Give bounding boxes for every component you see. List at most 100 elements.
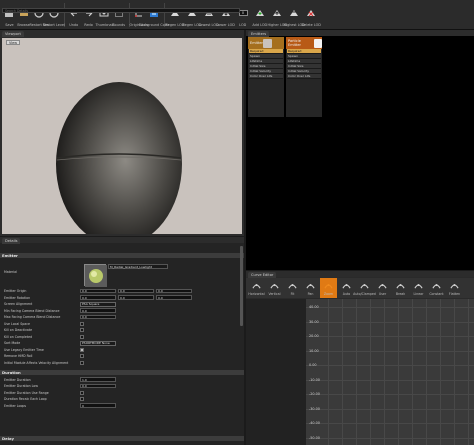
- curve-tool-break-button[interactable]: Break: [392, 278, 409, 298]
- property-label: Kill on Deactivate: [4, 328, 33, 332]
- curve-tool-auto-clamped-button[interactable]: Auto/Clamped: [353, 278, 376, 298]
- curve-tool-zoom-button[interactable]: Zoom: [320, 278, 337, 298]
- curve-tool-linear-button[interactable]: Linear: [410, 278, 427, 298]
- emitter-module-color-over-life[interactable]: Color Over Life: [249, 74, 283, 79]
- number-input[interactable]: 1.0: [80, 377, 116, 382]
- vector-input[interactable]: 0.0: [80, 295, 116, 300]
- curve-tool-constant-button[interactable]: Constant: [428, 278, 445, 298]
- number-value: 0.0: [82, 315, 87, 319]
- curve-tool-label: Fit: [290, 292, 295, 296]
- curve-tool-label: Vertical: [268, 292, 281, 296]
- view-button[interactable]: View: [6, 40, 21, 45]
- regen-lod-button[interactable]: Regen LOD: [166, 0, 184, 30]
- emitter-column[interactable]: Particle Emitter Required Spawn Lifetime Ini…: [286, 37, 322, 117]
- horizontal-icon: [252, 281, 261, 290]
- curve-tool-horizontal-button[interactable]: Horizontal: [248, 278, 265, 298]
- emitter-module-label: Required: [250, 49, 264, 53]
- checkbox[interactable]: [80, 354, 84, 358]
- curve-graph-area[interactable]: 40.00 30.00 20.00 10.00 0.00 -10.00 -20.00 -30.…: [306, 299, 474, 445]
- property-row: Kill on Completed: [0, 334, 244, 340]
- vector-value: 0.0: [158, 289, 163, 293]
- property-row: Emitter Origin 0.0 0.0 0.0: [0, 288, 244, 294]
- tab-details[interactable]: Details: [2, 238, 21, 244]
- property-label: Emitter Origin: [4, 289, 27, 293]
- category-emitter[interactable]: Emitter: [0, 253, 244, 258]
- category-label: Duration: [2, 370, 21, 375]
- emitter-column[interactable]: Emitter Required Spawn Lifetime Initial Size…: [248, 37, 284, 117]
- material-asset-name[interactable]: M_Radial_Gradient_Lowlight: [108, 264, 168, 269]
- toolbar-button-label: Delete LOD: [301, 23, 321, 27]
- curve-tool-label: User: [378, 292, 387, 296]
- tab-viewport[interactable]: Viewport: [2, 31, 24, 37]
- add-lod-button[interactable]: Add LOD: [252, 0, 268, 30]
- dropdown-select[interactable]: PSORTMODE None: [80, 340, 116, 346]
- fit-icon: [288, 281, 297, 290]
- restart-level-button[interactable]: Restart Level: [43, 0, 65, 30]
- details-scrollbar[interactable]: [240, 246, 243, 326]
- emitter-module-label: Initial Velocity: [288, 69, 310, 73]
- curve-tool-user-button[interactable]: User: [374, 278, 391, 298]
- bounds-button[interactable]: Bounds: [112, 0, 126, 30]
- number-input[interactable]: 0.0: [80, 308, 116, 313]
- property-label: Material: [4, 270, 17, 274]
- delete-lod-button[interactable]: Delete LOD: [301, 0, 321, 30]
- curve-tool-label: Horizontal: [248, 292, 265, 296]
- emitter-module-label: Spawn: [250, 54, 261, 58]
- curve-tool-flatten-button[interactable]: Flatten: [446, 278, 463, 298]
- toolbar-button-label: Undo: [69, 23, 79, 27]
- grid-line: [306, 350, 474, 351]
- category-duration[interactable]: Duration: [0, 370, 244, 375]
- material-asset-label: M_Radial_Gradient_Lowlight: [110, 264, 152, 269]
- save-button[interactable]: Save: [2, 0, 16, 30]
- emitter-header[interactable]: Emitter: [248, 37, 284, 49]
- number-input[interactable]: 0: [80, 403, 116, 408]
- curve-tool-pan-button[interactable]: Pan: [302, 278, 319, 298]
- checkbox[interactable]: [80, 390, 84, 395]
- y-axis-tick-label: 40.00: [309, 305, 319, 309]
- emitter-header[interactable]: Particle Emitter: [286, 37, 322, 49]
- lod-button[interactable]: 0 LOD: [235, 0, 251, 30]
- emitters-panel: Emitters Emitter Required Spawn Lifetime Ini…: [246, 30, 474, 270]
- vector-input[interactable]: 0.0: [118, 295, 154, 300]
- curve-tool-label: Break: [395, 292, 406, 296]
- background-color-button[interactable]: Background Color: [139, 0, 169, 30]
- vector-input[interactable]: 0.0: [80, 288, 116, 294]
- vector-input[interactable]: 0.0: [118, 288, 154, 294]
- category-delay[interactable]: Delay: [0, 436, 244, 441]
- number-input[interactable]: 0.0: [80, 383, 116, 389]
- vector-value: 0.0: [82, 295, 87, 300]
- vector-input[interactable]: 0.0: [156, 288, 192, 294]
- highest-lod-button[interactable]: Highest LOD: [283, 0, 305, 30]
- toolbar-button-label: Redo: [84, 23, 94, 27]
- y-axis-tick-label: -30.00: [309, 406, 320, 411]
- property-row: Screen Alignment PSA Square: [0, 301, 244, 307]
- material-preview-icon: [85, 265, 107, 287]
- checkbox[interactable]: [80, 347, 84, 352]
- checkbox[interactable]: [80, 321, 84, 326]
- dropdown-select[interactable]: PSA Square: [80, 301, 116, 307]
- grid-line: [306, 423, 474, 424]
- lowest-lod-button[interactable]: Lowest LOD: [199, 0, 219, 30]
- thumbnail-button[interactable]: Thumbnail: [95, 0, 113, 30]
- number-value: 0.0: [82, 384, 87, 388]
- emitter-module-color-over-life[interactable]: Color Over Life: [287, 74, 321, 79]
- checkbox[interactable]: [80, 328, 84, 332]
- redo-button[interactable]: Redo: [82, 0, 96, 30]
- category-label: Delay: [2, 436, 14, 441]
- undo-button[interactable]: Undo: [67, 0, 81, 30]
- curve-tool-fit-button[interactable]: Fit: [284, 278, 301, 298]
- lower-lod-button[interactable]: Lower LOD: [217, 0, 235, 30]
- viewport-canvas[interactable]: View: [2, 38, 242, 234]
- curve-tool-vertical-button[interactable]: Vertical: [266, 278, 283, 298]
- checkbox[interactable]: [80, 397, 84, 401]
- checkbox[interactable]: [80, 360, 84, 365]
- material-thumbnail[interactable]: [84, 264, 107, 287]
- curve-track-list[interactable]: [246, 299, 306, 445]
- details-search-input[interactable]: Search Details: [2, 8, 240, 13]
- grid-line: [306, 365, 474, 366]
- emitter-module-label: Lifetime: [288, 59, 301, 63]
- number-input[interactable]: 0.0: [80, 314, 116, 320]
- grid-line: [342, 299, 343, 445]
- checkbox[interactable]: [80, 334, 84, 339]
- vector-input[interactable]: 0.0: [156, 295, 192, 300]
